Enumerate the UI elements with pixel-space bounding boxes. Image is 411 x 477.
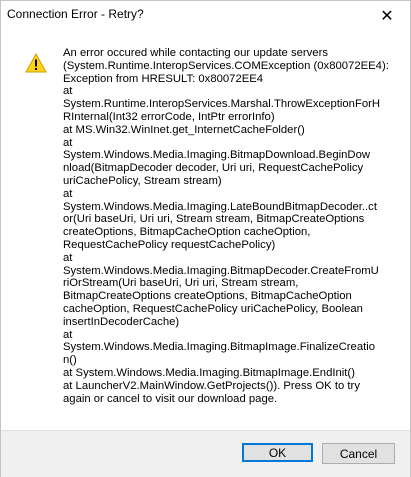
error-message: An error occured while contacting our up… — [63, 47, 397, 405]
message-line: again or cancel to visit our download pa… — [63, 392, 278, 405]
message-line: System.Windows.Media.Imaging.LateBoundBi… — [63, 200, 377, 213]
message-line: or(Uri baseUri, Uri uri, Stream stream, … — [63, 213, 365, 226]
close-icon: ✕ — [380, 8, 394, 25]
message-line: n() — [63, 354, 77, 367]
message-line: System.Runtime.InteropServices.Marshal.T… — [63, 98, 381, 111]
message-line: uriCachePolicy, Stream stream) — [63, 174, 222, 187]
message-line: at — [63, 328, 73, 341]
message-line: System.Windows.Media.Imaging.BitmapImage… — [63, 341, 376, 354]
message-line: RequestCachePolicy requestCachePolicy) — [63, 238, 276, 251]
message-line: createOptions, BitmapCacheOption cacheOp… — [63, 226, 311, 239]
message-line: RInternal(Int32 errorCode, IntPtr errorI… — [63, 110, 275, 123]
message-area: An error occured while contacting our up… — [1, 31, 410, 430]
message-line: System.Windows.Media.Imaging.BitmapDecod… — [63, 264, 379, 277]
message-line: Exception from HRESULT: 0x80072EE4 — [63, 72, 264, 85]
error-dialog: Connection Error - Retry? ✕ An error occ… — [0, 0, 411, 477]
button-bar: OK Cancel — [1, 430, 410, 477]
title-bar[interactable]: Connection Error - Retry? ✕ — [1, 1, 410, 31]
message-line: cacheOption, RequestCachePolicy uriCache… — [63, 302, 363, 315]
message-line: (System.Runtime.InteropServices.COMExcep… — [63, 59, 389, 72]
message-line: riOrStream(Uri baseUri, Uri uri, Stream … — [63, 277, 299, 290]
message-line: nload(BitmapDecoder decoder, Uri uri, Re… — [63, 162, 364, 175]
message-line: at — [63, 187, 73, 200]
close-button[interactable]: ✕ — [364, 1, 410, 31]
message-line: System.Windows.Media.Imaging.BitmapDownl… — [63, 149, 371, 162]
message-line: at — [63, 85, 73, 98]
message-line: An error occured while contacting our up… — [63, 47, 328, 59]
message-line: at System.Windows.Media.Imaging.BitmapIm… — [63, 366, 355, 379]
cancel-button[interactable]: Cancel — [322, 443, 395, 464]
ok-button[interactable]: OK — [242, 443, 313, 462]
warning-icon — [25, 53, 47, 73]
message-line: BitmapCreateOptions createOptions, Bitma… — [63, 290, 352, 303]
message-line: at LauncherV2.MainWindow.GetProjects()).… — [63, 379, 360, 392]
message-line: at — [63, 136, 73, 149]
message-line: at — [63, 251, 73, 264]
message-line: at MS.Win32.WinInet.get_InternetCacheFol… — [63, 123, 305, 136]
window-title: Connection Error - Retry? — [7, 7, 144, 21]
message-line: insertInDecoderCache) — [63, 315, 180, 328]
